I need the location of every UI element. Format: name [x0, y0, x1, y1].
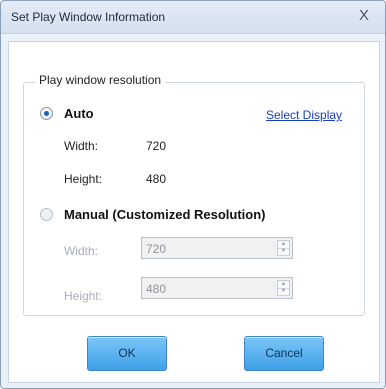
resolution-group-legend: Play window resolution — [35, 71, 166, 89]
chevron-down-icon[interactable]: ▼ — [278, 288, 289, 295]
ok-button[interactable]: OK — [87, 336, 167, 371]
manual-height-spinbox[interactable]: 480 ▲ ▼ — [141, 277, 293, 299]
select-display-link[interactable]: Select Display — [266, 108, 342, 122]
width-spin-buttons: ▲ ▼ — [277, 240, 290, 256]
auto-radio[interactable] — [40, 107, 53, 120]
dialog-title: Set Play Window Information — [11, 10, 166, 24]
auto-height-label: Height: — [64, 172, 103, 186]
title-bar: Set Play Window Information X — [1, 1, 385, 34]
manual-height-label: Height: — [64, 289, 103, 303]
auto-height-value: 480 — [146, 172, 167, 186]
manual-height-input[interactable]: 480 — [146, 282, 166, 296]
manual-width-input[interactable]: 720 — [146, 242, 166, 256]
auto-width-value: 720 — [146, 139, 167, 153]
manual-radio-label[interactable]: Manual (Customized Resolution) — [64, 207, 266, 222]
height-spin-buttons: ▲ ▼ — [277, 280, 290, 296]
auto-width-label: Width: — [64, 139, 99, 153]
chevron-down-icon[interactable]: ▼ — [278, 248, 289, 255]
cancel-button[interactable]: Cancel — [244, 336, 324, 371]
manual-width-spinbox[interactable]: 720 ▲ ▼ — [141, 237, 293, 259]
auto-radio-label[interactable]: Auto — [64, 106, 94, 121]
close-icon[interactable]: X — [353, 5, 375, 27]
manual-width-label: Width: — [64, 244, 99, 258]
manual-radio[interactable] — [40, 208, 53, 221]
